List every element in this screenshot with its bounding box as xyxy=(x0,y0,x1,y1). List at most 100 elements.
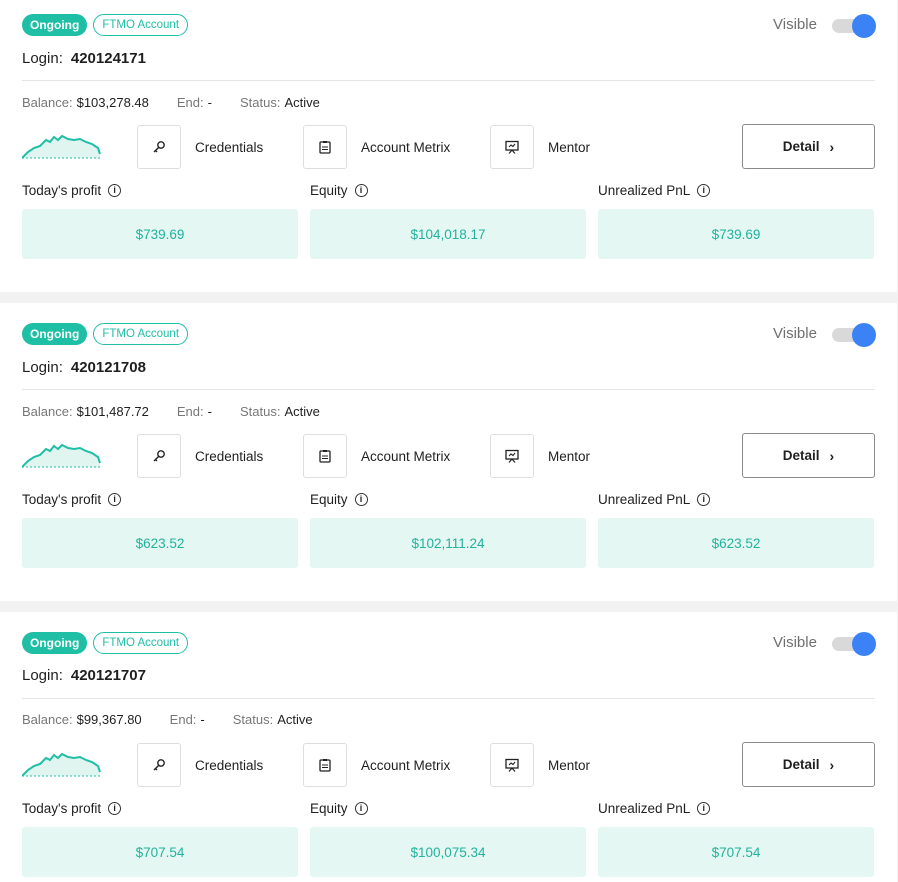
account-metrix-tool[interactable]: Account Metrix xyxy=(303,743,450,787)
status-label: Status: xyxy=(232,712,274,727)
account-card: Ongoing FTMO Account Visible Login: 42012… xyxy=(0,0,897,292)
visible-label: Visible xyxy=(773,16,817,33)
end-value: - xyxy=(200,712,205,727)
presentation-icon xyxy=(490,434,534,478)
chevron-right-icon: › xyxy=(829,756,835,773)
balance-value: $101,487.72 xyxy=(76,404,149,419)
end-value: - xyxy=(207,95,212,110)
visible-label: Visible xyxy=(773,325,817,342)
credentials-label: Credentials xyxy=(195,139,264,155)
mentor-label: Mentor xyxy=(548,757,591,773)
credentials-tool[interactable]: Credentials xyxy=(137,743,263,787)
info-icon[interactable]: i xyxy=(108,493,122,506)
info-icon[interactable]: i xyxy=(108,802,122,815)
end-label: End: xyxy=(176,404,204,419)
todays-profit-value: $707.54 xyxy=(22,827,298,877)
info-icon[interactable]: i xyxy=(354,802,368,815)
mentor-tool[interactable]: Mentor xyxy=(490,743,590,787)
visible-toggle[interactable] xyxy=(832,14,876,38)
account-metrix-label: Account Metrix xyxy=(361,448,451,464)
account-card: Ongoing FTMO Account Visible Login: 42012… xyxy=(0,612,897,882)
sparkline-chart xyxy=(22,752,101,777)
info-icon[interactable]: i xyxy=(108,184,122,197)
unrealized-pnl-text: Unrealized PnL xyxy=(598,801,691,816)
login-value: 420121708 xyxy=(70,359,146,376)
info-icon[interactable]: i xyxy=(354,184,368,197)
equity-label: Equity i xyxy=(310,183,368,198)
key-icon xyxy=(137,434,181,478)
unrealized-pnl-value: $623.52 xyxy=(598,518,874,568)
detail-button[interactable]: Detail › xyxy=(742,742,875,787)
equity-value: $100,075.34 xyxy=(310,827,586,877)
info-icon[interactable]: i xyxy=(697,493,711,506)
login-label: Login: xyxy=(22,667,63,684)
todays-profit-label: Today's profit i xyxy=(22,801,122,816)
login-label: Login: xyxy=(22,359,63,376)
mentor-label: Mentor xyxy=(548,448,591,464)
visible-label: Visible xyxy=(773,634,817,651)
account-type-badge: FTMO Account xyxy=(93,323,189,345)
list-icon xyxy=(303,434,347,478)
login-value: 420124171 xyxy=(70,50,146,67)
unrealized-pnl-label: Unrealized PnL i xyxy=(598,801,711,816)
equity-label: Equity i xyxy=(310,492,368,507)
account-metrix-tool[interactable]: Account Metrix xyxy=(303,434,450,478)
chevron-right-icon: › xyxy=(829,447,835,464)
status-label: Status: xyxy=(239,95,281,110)
divider xyxy=(22,389,875,390)
toggle-knob xyxy=(852,323,876,347)
end-value: - xyxy=(207,404,212,419)
key-icon xyxy=(137,125,181,169)
list-icon xyxy=(303,743,347,787)
detail-button[interactable]: Detail › xyxy=(742,433,875,478)
credentials-tool[interactable]: Credentials xyxy=(137,434,263,478)
balance-label: Balance: xyxy=(22,404,73,419)
unrealized-pnl-label: Unrealized PnL i xyxy=(598,183,711,198)
account-card: Ongoing FTMO Account Visible Login: 42012… xyxy=(0,303,897,601)
status-label: Status: xyxy=(239,404,281,419)
detail-label: Detail xyxy=(782,448,820,463)
balance-label: Balance: xyxy=(22,95,73,110)
equity-label: Equity i xyxy=(310,801,368,816)
visible-toggle[interactable] xyxy=(832,632,876,656)
account-meta: Balance: $101,487.72 End: - Status: Active xyxy=(22,404,348,419)
account-meta: Balance: $99,367.80 End: - Status: Active xyxy=(22,712,341,727)
badge-group: Ongoing FTMO Account xyxy=(22,14,189,36)
end-label: End: xyxy=(169,712,197,727)
todays-profit-value: $739.69 xyxy=(22,209,298,259)
unrealized-pnl-value: $739.69 xyxy=(598,209,874,259)
login-value: 420121707 xyxy=(70,667,146,684)
divider xyxy=(22,80,875,81)
equity-text: Equity xyxy=(310,801,348,816)
info-icon[interactable]: i xyxy=(697,184,711,197)
credentials-label: Credentials xyxy=(195,757,264,773)
login-row: Login: 420121707 xyxy=(22,667,146,684)
visible-toggle[interactable] xyxy=(832,323,876,347)
equity-text: Equity xyxy=(310,183,348,198)
balance-label: Balance: xyxy=(22,712,73,727)
account-meta: Balance: $103,278.48 End: - Status: Active xyxy=(22,95,348,110)
status-badge: Ongoing xyxy=(22,323,88,345)
detail-button[interactable]: Detail › xyxy=(742,124,875,169)
chevron-right-icon: › xyxy=(829,138,835,155)
credentials-tool[interactable]: Credentials xyxy=(137,125,263,169)
account-metrix-tool[interactable]: Account Metrix xyxy=(303,125,450,169)
balance-value: $103,278.48 xyxy=(76,95,149,110)
sparkline-chart xyxy=(22,443,101,468)
detail-label: Detail xyxy=(782,139,820,154)
mentor-tool[interactable]: Mentor xyxy=(490,434,590,478)
mentor-tool[interactable]: Mentor xyxy=(490,125,590,169)
account-type-badge: FTMO Account xyxy=(93,14,189,36)
end-label: End: xyxy=(176,95,204,110)
info-icon[interactable]: i xyxy=(697,802,711,815)
key-icon xyxy=(137,743,181,787)
equity-text: Equity xyxy=(310,492,348,507)
status-value: Active xyxy=(277,712,313,727)
presentation-icon xyxy=(490,743,534,787)
status-value: Active xyxy=(284,95,320,110)
info-icon[interactable]: i xyxy=(354,493,368,506)
list-icon xyxy=(303,125,347,169)
unrealized-pnl-text: Unrealized PnL xyxy=(598,492,691,507)
account-metrix-label: Account Metrix xyxy=(361,139,451,155)
presentation-icon xyxy=(490,125,534,169)
